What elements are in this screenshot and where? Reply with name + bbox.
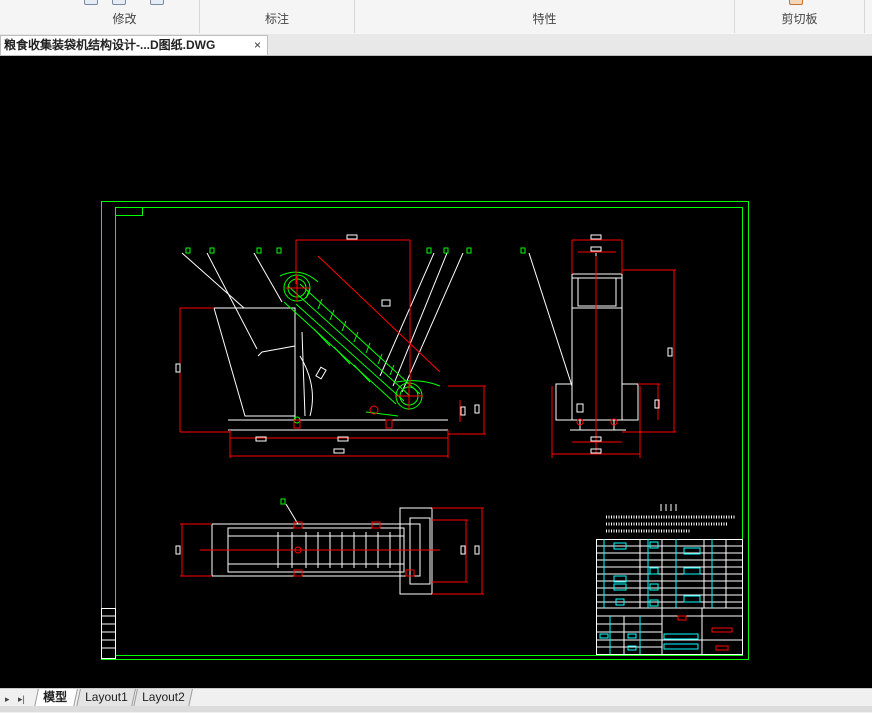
document-tab-bar: 粮食收集装袋机结构设计-...D图纸.DWG × <box>0 34 872 56</box>
ribbon-group-label: 修改 <box>112 12 137 26</box>
close-icon[interactable]: × <box>254 36 261 55</box>
tab-layout2[interactable]: Layout2 <box>133 689 193 707</box>
tab-layout1-label: Layout1 <box>85 690 128 704</box>
document-tab[interactable]: 粮食收集装袋机结构设计-...D图纸.DWG × <box>0 35 268 55</box>
scroll-last-icon[interactable]: ▸| <box>18 694 25 705</box>
tab-model[interactable]: 模型 <box>34 689 78 707</box>
tab-layout2-label: Layout2 <box>142 690 185 704</box>
horizontal-scrollbar[interactable] <box>0 706 872 712</box>
mirror-icon[interactable] <box>150 0 164 5</box>
paste-icon[interactable] <box>789 0 803 5</box>
ribbon-group-label: 特性 <box>532 12 557 26</box>
document-tab-title: 粮食收集装袋机结构设计-...D图纸.DWG <box>4 38 216 52</box>
drawing-canvas[interactable] <box>0 56 872 688</box>
tab-layout1[interactable]: Layout1 <box>76 689 136 707</box>
top-view <box>175 498 484 595</box>
front-view <box>175 234 486 458</box>
ribbon-group-annotate[interactable]: 标注 <box>200 0 355 33</box>
ribbon: 修改 标注 特性 剪切板 <box>0 0 872 35</box>
copy-icon[interactable] <box>84 0 98 5</box>
frame-corner-box <box>115 207 143 216</box>
cad-drawing <box>101 201 749 660</box>
rotate-icon[interactable] <box>112 0 126 5</box>
technical-notes <box>606 504 735 533</box>
left-margin-strip <box>101 608 116 659</box>
tab-model-label: 模型 <box>43 690 68 704</box>
side-view <box>520 234 676 458</box>
title-block <box>596 539 743 655</box>
scroll-prev-icon[interactable]: ▸ <box>5 694 10 705</box>
ribbon-group-modify[interactable]: 修改 <box>50 0 200 33</box>
ribbon-group-label: 剪切板 <box>781 12 818 26</box>
ribbon-group-properties[interactable]: 特性 <box>355 0 735 33</box>
ribbon-group-label: 标注 <box>264 12 289 26</box>
ribbon-group-clipboard[interactable]: 剪切板 <box>735 0 865 33</box>
